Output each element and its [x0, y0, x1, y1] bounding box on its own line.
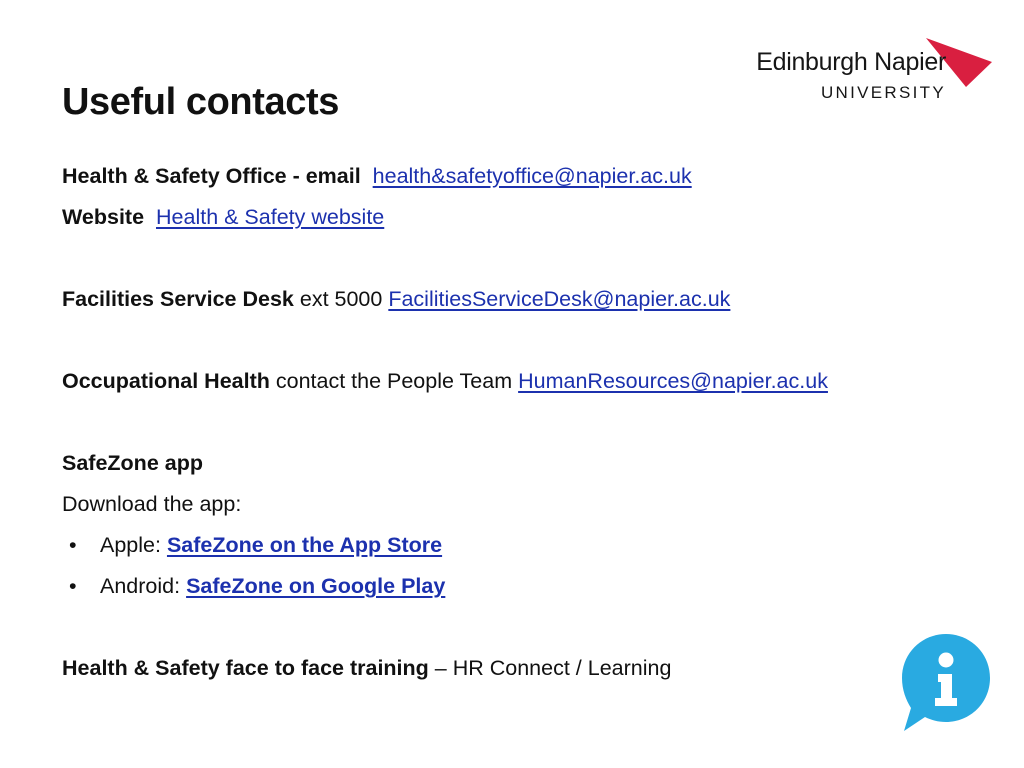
training-label: Health & Safety face to face training — [62, 656, 429, 680]
bullet-icon: • — [69, 574, 77, 598]
logo-university-subtitle: UNIVERSITY — [820, 83, 946, 102]
facilities-service-desk-line: Facilities Service Desk ext 5000 Facilit… — [62, 279, 992, 320]
safezone-heading: SafeZone app — [62, 443, 992, 484]
health-safety-website-line: Website Health & Safety website — [62, 197, 992, 238]
bullet-icon: • — [69, 533, 77, 557]
training-line: Health & Safety face to face training – … — [62, 648, 992, 689]
safezone-instruction-text: Download the app: — [62, 492, 242, 516]
safezone-apple-label: Apple: — [100, 533, 161, 557]
health-safety-office-label: Health & Safety Office - email — [62, 164, 361, 188]
health-safety-email-link[interactable]: health&safetyoffice@napier.ac.uk — [373, 164, 692, 188]
facilities-extension: ext 5000 — [299, 287, 383, 311]
website-label: Website — [62, 205, 145, 229]
list-item: • Apple: SafeZone on the App Store — [62, 525, 992, 566]
contacts-content: Health & Safety Office - email health&sa… — [62, 156, 992, 689]
facilities-label: Facilities Service Desk — [62, 287, 294, 311]
occupational-health-label: Occupational Health — [62, 369, 270, 393]
health-safety-office-line: Health & Safety Office - email health&sa… — [62, 156, 992, 197]
occupational-health-note: contact the People Team — [275, 369, 513, 393]
page-title: Useful contacts — [62, 81, 339, 124]
safezone-heading-text: SafeZone app — [62, 451, 203, 475]
safezone-instruction: Download the app: — [62, 484, 992, 525]
human-resources-email-link[interactable]: HumanResources@napier.ac.uk — [518, 369, 828, 393]
training-detail: – HR Connect / Learning — [434, 656, 672, 680]
health-safety-website-link[interactable]: Health & Safety website — [156, 205, 384, 229]
safezone-app-store-link[interactable]: SafeZone on the App Store — [167, 533, 442, 557]
safezone-google-play-link[interactable]: SafeZone on Google Play — [186, 574, 445, 598]
edinburgh-napier-logo: Edinburgh Napier UNIVERSITY — [754, 30, 994, 108]
list-item: • Android: SafeZone on Google Play — [62, 566, 992, 607]
facilities-email-link[interactable]: FacilitiesServiceDesk@napier.ac.uk — [388, 287, 730, 311]
occupational-health-line: Occupational Health contact the People T… — [62, 361, 992, 402]
logo-wordmark: Edinburgh Napier — [756, 48, 946, 76]
safezone-android-label: Android: — [100, 574, 181, 598]
info-icon — [902, 634, 990, 731]
